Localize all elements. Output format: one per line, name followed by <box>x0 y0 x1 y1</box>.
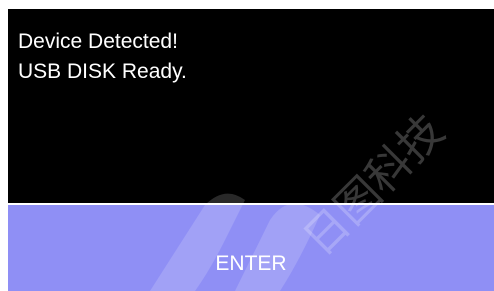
message-line-1: Device Detected! <box>18 30 178 53</box>
status-message: Device Detected! USB DISK Ready. <box>18 27 187 87</box>
enter-button[interactable]: ENTER <box>8 205 494 291</box>
device-screen: Device Detected! USB DISK Ready. ENTER <box>8 9 494 291</box>
message-line-2: USB DISK Ready. <box>18 60 187 83</box>
enter-button-label: ENTER <box>215 252 287 275</box>
